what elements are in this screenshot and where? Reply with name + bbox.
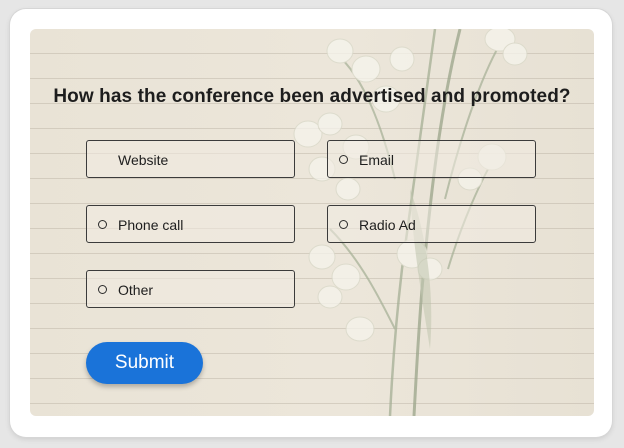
option-email[interactable]: Email <box>327 140 536 178</box>
option-phone-call-label: Phone call <box>118 217 184 233</box>
submit-button[interactable]: Submit <box>86 342 203 384</box>
radio-circle-icon[interactable] <box>339 220 348 229</box>
option-phone-call[interactable]: Phone call <box>86 205 295 243</box>
radio-circle-icon[interactable] <box>98 285 107 294</box>
option-website[interactable]: Website <box>86 140 295 178</box>
option-radio-ad-label: Radio Ad <box>359 217 416 233</box>
option-other-label: Other <box>118 282 154 298</box>
option-website-label: Website <box>118 152 169 168</box>
option-other[interactable]: Other <box>86 270 295 308</box>
option-email-label: Email <box>359 152 395 168</box>
question-title: How has the conference been advertised a… <box>53 86 571 107</box>
radio-circle-icon[interactable] <box>339 155 348 164</box>
window-frame: How has the conference been advertised a… <box>10 9 612 437</box>
option-radio-ad[interactable]: Radio Ad <box>327 205 536 243</box>
radio-circle-icon[interactable] <box>98 220 107 229</box>
form-panel: How has the conference been advertised a… <box>30 29 594 416</box>
